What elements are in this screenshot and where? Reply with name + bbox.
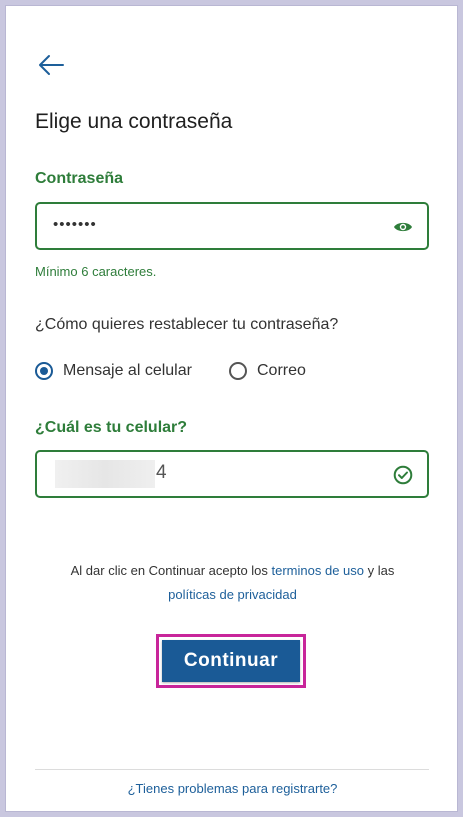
app-frame: Elige una contraseña Contraseña ••••••• … xyxy=(0,0,463,817)
continue-button[interactable]: Continuar xyxy=(162,640,300,682)
radio-option-email[interactable]: Correo xyxy=(229,362,306,380)
password-hint: Mínimo 6 caracteres. xyxy=(35,264,157,279)
check-circle-icon xyxy=(393,465,413,485)
privacy-policy-link[interactable]: políticas de privacidad xyxy=(168,587,297,602)
radio-email-control[interactable] xyxy=(229,362,247,380)
registration-help-link[interactable]: ¿Tienes problemas para registrarte? xyxy=(6,781,459,796)
password-value: ••••••• xyxy=(53,216,97,233)
arrow-left-icon xyxy=(39,55,64,75)
back-button[interactable] xyxy=(34,48,68,82)
phone-redacted-block xyxy=(55,460,155,488)
terms-middle: y las xyxy=(364,563,395,578)
terms-text: Al dar clic en Continuar acepto los term… xyxy=(6,559,459,607)
terms-prefix: Al dar clic en Continuar acepto los xyxy=(70,563,272,578)
eye-icon xyxy=(394,222,412,232)
password-label: Contraseña xyxy=(35,170,124,187)
radio-sms-label: Mensaje al celular xyxy=(63,362,192,379)
phone-value: 4 xyxy=(156,462,167,483)
page-title: Elige una contraseña xyxy=(35,110,233,133)
register-card: Elige una contraseña Contraseña ••••••• … xyxy=(5,5,458,812)
footer-divider xyxy=(35,769,429,770)
reset-question: ¿Cómo quieres restablecer tu contraseña? xyxy=(35,316,339,333)
radio-email-label: Correo xyxy=(257,362,306,379)
continue-button-highlight: Continuar xyxy=(156,634,306,688)
radio-option-sms[interactable]: Mensaje al celular xyxy=(35,362,192,380)
valid-indicator xyxy=(393,465,413,485)
radio-sms-control[interactable] xyxy=(35,362,53,380)
show-password-toggle[interactable] xyxy=(393,217,413,237)
phone-field[interactable]: 4 xyxy=(35,450,429,498)
password-field[interactable]: ••••••• xyxy=(35,202,429,250)
terms-of-use-link[interactable]: terminos de uso xyxy=(272,563,365,578)
phone-label: ¿Cuál es tu celular? xyxy=(35,419,188,436)
